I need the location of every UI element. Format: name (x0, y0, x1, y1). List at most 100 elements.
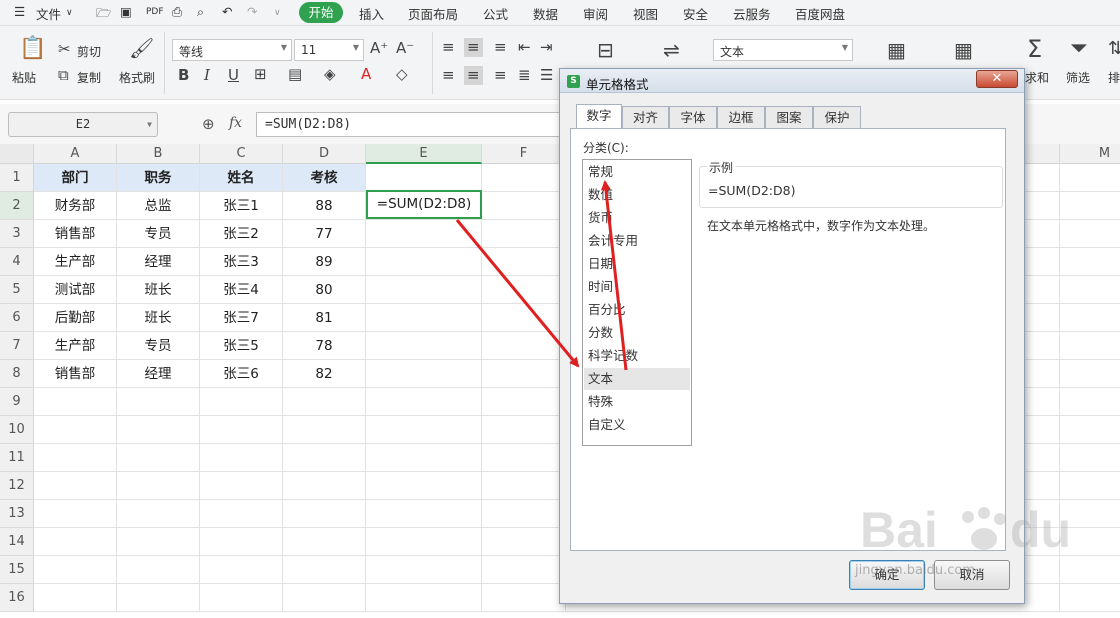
empty-cell[interactable] (200, 444, 283, 472)
cell-e2-selected[interactable]: =SUM(D2:D8) (366, 190, 482, 219)
empty-cell[interactable] (482, 248, 566, 276)
hamburger-icon[interactable]: ☰ (14, 4, 25, 19)
data-cell[interactable]: 测试部 (34, 276, 117, 304)
indent-decrease-icon[interactable]: ⇤ (518, 40, 531, 55)
data-cell[interactable]: 班长 (117, 304, 200, 332)
empty-cell[interactable] (366, 360, 482, 388)
empty-cell[interactable] (1060, 360, 1120, 388)
distribute-icon[interactable]: ☰ (540, 68, 553, 83)
align-middle-icon[interactable]: ≡ (464, 38, 483, 57)
empty-cell[interactable] (482, 388, 566, 416)
category-list[interactable]: 常规 数值 货币 会计专用 日期 时间 百分比 分数 科学记数 文本 特殊 自定义 (582, 159, 692, 446)
empty-cell[interactable] (366, 472, 482, 500)
data-cell[interactable]: 78 (283, 332, 366, 360)
empty-cell[interactable] (1060, 444, 1120, 472)
header-cell[interactable]: 部门 (34, 164, 117, 192)
empty-cell[interactable] (1060, 388, 1120, 416)
row-header-13[interactable]: 13 (0, 500, 34, 528)
empty-cell[interactable] (482, 360, 566, 388)
data-cell[interactable]: 张三2 (200, 220, 283, 248)
empty-cell[interactable] (482, 304, 566, 332)
empty-cell[interactable] (117, 444, 200, 472)
empty-cell[interactable] (1060, 220, 1120, 248)
tab-cloud[interactable]: 云服务 (733, 4, 771, 23)
align-top-icon[interactable]: ≡ (442, 40, 455, 55)
category-item[interactable]: 日期 (584, 253, 690, 275)
empty-cell[interactable] (34, 388, 117, 416)
tab-number[interactable]: 数字 (576, 104, 622, 128)
font-size-select[interactable]: 11 ▼ (294, 39, 364, 61)
empty-cell[interactable] (366, 528, 482, 556)
row-header-12[interactable]: 12 (0, 472, 34, 500)
save-icon[interactable]: ▣ (120, 4, 132, 19)
empty-cell[interactable] (283, 444, 366, 472)
data-cell[interactable]: 班长 (117, 276, 200, 304)
empty-cell[interactable] (366, 332, 482, 360)
row-header-10[interactable]: 10 (0, 416, 34, 444)
empty-cell[interactable] (366, 164, 482, 192)
underline-icon[interactable]: U (228, 68, 239, 83)
data-cell[interactable]: 88 (283, 192, 366, 220)
empty-cell[interactable] (482, 500, 566, 528)
category-item[interactable]: 特殊 (584, 391, 690, 413)
align-left-icon[interactable]: ≡ (442, 68, 455, 83)
empty-cell[interactable] (1060, 304, 1120, 332)
empty-cell[interactable] (366, 444, 482, 472)
data-cell[interactable]: 89 (283, 248, 366, 276)
empty-cell[interactable] (482, 164, 566, 192)
row-header-3[interactable]: 3 (0, 220, 34, 248)
empty-cell[interactable] (366, 304, 482, 332)
data-cell[interactable]: 张三4 (200, 276, 283, 304)
sum-icon[interactable]: Σ (1027, 37, 1042, 61)
filter-icon[interactable]: ⏷ (1070, 38, 1088, 60)
align-right-icon[interactable]: ≡ (494, 68, 507, 83)
tab-page-layout[interactable]: 页面布局 (408, 4, 458, 23)
sort-icon[interactable]: ⇅ (1108, 40, 1120, 58)
row-header-5[interactable]: 5 (0, 276, 34, 304)
dialog-title-bar[interactable]: S 单元格格式 ✕ (560, 69, 1024, 93)
fill-color-icon[interactable]: ◈ (324, 67, 336, 82)
tab-font[interactable]: 字体 (669, 106, 717, 128)
chevron-down-icon[interactable]: ∨ (66, 8, 73, 18)
header-cell[interactable]: 姓名 (200, 164, 283, 192)
row-header-6[interactable]: 6 (0, 304, 34, 332)
tab-security[interactable]: 安全 (683, 4, 708, 23)
tab-alignment[interactable]: 对齐 (622, 106, 669, 128)
empty-cell[interactable] (283, 528, 366, 556)
empty-cell[interactable] (1060, 416, 1120, 444)
empty-cell[interactable] (366, 416, 482, 444)
bold-icon[interactable]: B (178, 68, 189, 83)
row-header-4[interactable]: 4 (0, 248, 34, 276)
empty-cell[interactable] (1060, 332, 1120, 360)
cut-icon[interactable]: ✂ (58, 42, 71, 57)
category-item[interactable]: 百分比 (584, 299, 690, 321)
tab-view[interactable]: 视图 (633, 4, 658, 23)
font-color-icon[interactable]: A (361, 67, 371, 82)
empty-cell[interactable] (200, 528, 283, 556)
empty-cell[interactable] (482, 528, 566, 556)
empty-cell[interactable] (117, 472, 200, 500)
pdf-icon[interactable]: PDF (146, 7, 164, 17)
filter-button[interactable]: 筛选 (1066, 69, 1090, 86)
row-header-7[interactable]: 7 (0, 332, 34, 360)
category-item[interactable]: 分数 (584, 322, 690, 344)
category-item[interactable]: 数值 (584, 184, 690, 206)
paste-icon[interactable]: 📋 (19, 38, 46, 60)
close-button[interactable]: ✕ (976, 70, 1018, 88)
redo-icon[interactable]: ↷ (247, 4, 257, 19)
sort-button[interactable]: 排 (1108, 69, 1120, 86)
data-cell[interactable]: 经理 (117, 248, 200, 276)
empty-cell[interactable] (482, 556, 566, 584)
data-cell[interactable]: 专员 (117, 332, 200, 360)
tab-data[interactable]: 数据 (533, 4, 558, 23)
empty-cell[interactable] (366, 584, 482, 612)
empty-cell[interactable] (200, 472, 283, 500)
empty-cell[interactable] (482, 192, 566, 220)
tab-review[interactable]: 审阅 (583, 4, 608, 23)
empty-cell[interactable] (34, 472, 117, 500)
row-header-15[interactable]: 15 (0, 556, 34, 584)
data-cell[interactable]: 财务部 (34, 192, 117, 220)
merge-center-icon[interactable]: ⊟ (597, 40, 614, 60)
empty-cell[interactable] (482, 444, 566, 472)
category-item[interactable]: 货币 (584, 207, 690, 229)
